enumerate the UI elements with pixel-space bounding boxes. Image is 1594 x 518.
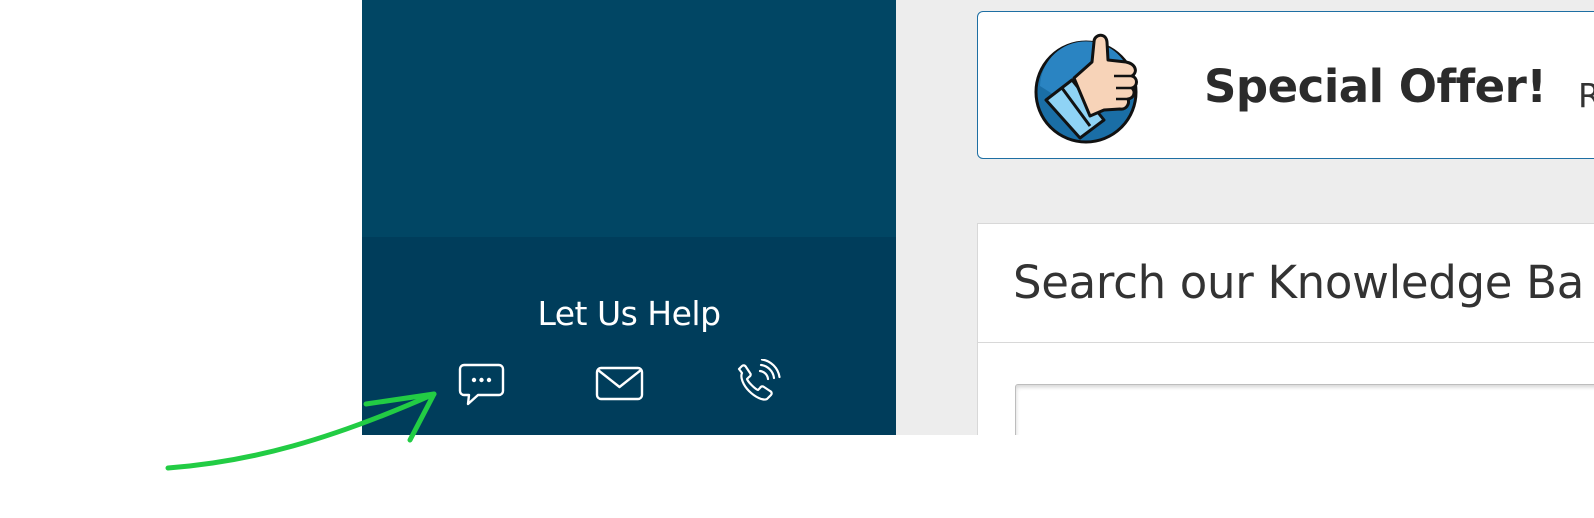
let-us-help-section: Let Us Help [362,237,896,435]
knowledge-base-card: Search our Knowledge Ba [977,223,1594,454]
sidebar-panel [362,0,896,237]
special-offer-banner[interactable]: Special Offer! R [977,11,1594,159]
card-divider [978,342,1594,343]
let-us-help-title: Let Us Help [537,294,721,333]
knowledge-base-title: Search our Knowledge Ba [1013,256,1584,309]
special-offer-text: R [1578,76,1594,115]
screenshot-bottom-margin [0,435,1594,518]
chat-bubble-icon[interactable] [458,362,506,408]
thumbs-up-icon [1034,26,1154,150]
phone-icon[interactable] [733,359,781,405]
envelope-icon[interactable] [595,365,645,403]
special-offer-title: Special Offer! [1204,60,1547,113]
